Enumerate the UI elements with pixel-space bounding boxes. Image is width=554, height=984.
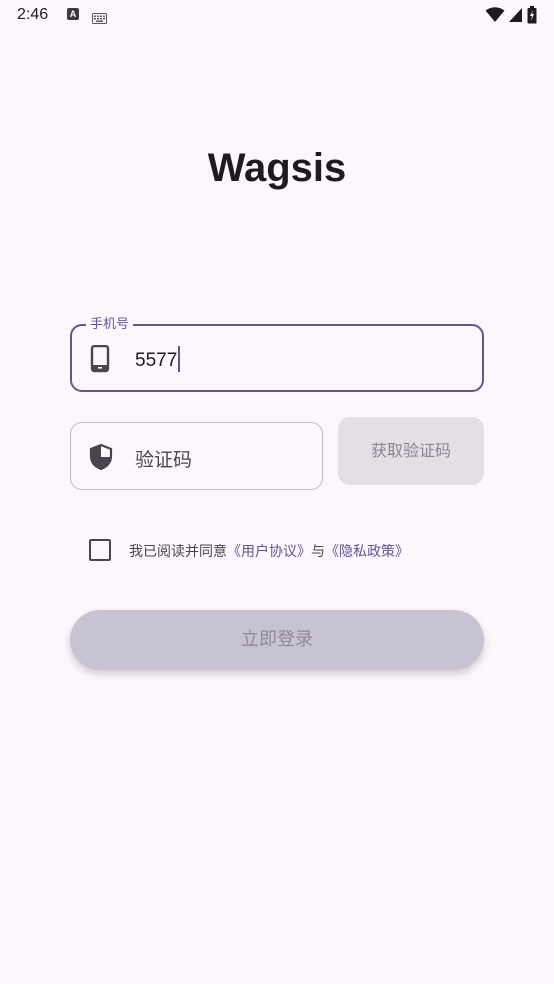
- shield-icon: [89, 443, 113, 474]
- agreement-connector: 与: [311, 544, 325, 560]
- smartphone-icon: [90, 344, 112, 377]
- agreement-checkbox[interactable]: [89, 539, 111, 561]
- verification-code-input[interactable]: 验证码: [70, 422, 323, 490]
- status-system-icons: [485, 6, 537, 28]
- get-code-button[interactable]: 获取验证码: [338, 417, 484, 485]
- text-cursor: [178, 346, 181, 372]
- privacy-policy-link[interactable]: 《隐私政策》: [325, 544, 409, 560]
- signal-icon: [509, 7, 523, 27]
- phone-value-text: 5577: [135, 350, 178, 371]
- login-button[interactable]: 立即登录: [70, 610, 484, 670]
- phone-input-value[interactable]: 5577: [135, 346, 181, 372]
- a-badge-icon: A: [67, 8, 79, 20]
- wifi-icon: [485, 7, 505, 27]
- user-agreement-link[interactable]: 《用户协议》: [227, 544, 311, 560]
- app-title: Wagsis: [207, 146, 347, 190]
- agreement-text: 我已阅读并同意《用户协议》与《隐私政策》: [129, 541, 409, 561]
- keyboard-icon: [92, 9, 107, 28]
- phone-field-label: 手机号: [86, 315, 134, 335]
- agreement-prefix: 我已阅读并同意: [129, 544, 227, 560]
- status-time: 2:46: [17, 6, 49, 23]
- status-bar: 2:46 A: [0, 0, 554, 32]
- verification-code-placeholder: 验证码: [135, 449, 193, 471]
- phone-input[interactable]: 手机号 5577: [70, 315, 484, 392]
- battery-icon: [527, 6, 537, 28]
